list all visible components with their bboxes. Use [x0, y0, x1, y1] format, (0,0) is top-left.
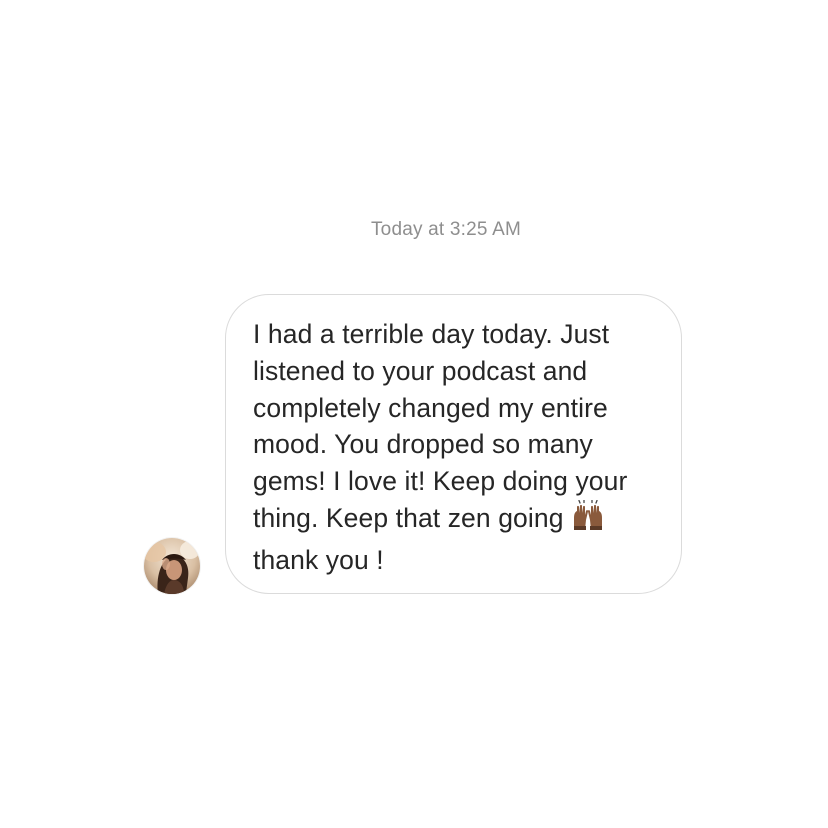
message-line-with-emoji: thing. Keep that zen going [253, 499, 661, 542]
message-timestamp: Today at 3:25 AM [370, 219, 521, 240]
message-line: I had a terrible day today. Just [253, 319, 610, 349]
message-line: gems! I love it! Keep doing your [253, 466, 628, 497]
raising-hands-emoji-icon [570, 499, 606, 542]
message-bubble[interactable]: I had a terrible day today. Just listene… [225, 294, 682, 594]
message-line: thank you ! [253, 544, 384, 575]
message-line: mood. You dropped so many [253, 429, 593, 460]
message-line: completely changed my entire [253, 392, 608, 423]
sender-avatar[interactable] [144, 538, 200, 594]
profile-photo-icon [144, 538, 200, 594]
message-line-text: thing. Keep that zen going [253, 502, 564, 533]
message-line: listened to your podcast and [253, 355, 588, 386]
